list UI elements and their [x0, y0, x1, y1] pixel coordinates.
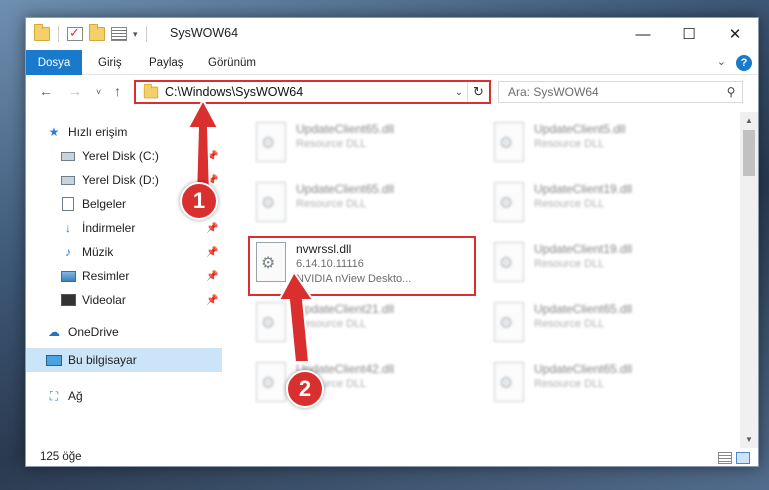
- annotation-badge-2: 2: [286, 370, 324, 408]
- annotation-badge-1: 1: [180, 182, 218, 220]
- annotation-arrow-2: [277, 270, 315, 363]
- annotation-arrows: [186, 97, 315, 363]
